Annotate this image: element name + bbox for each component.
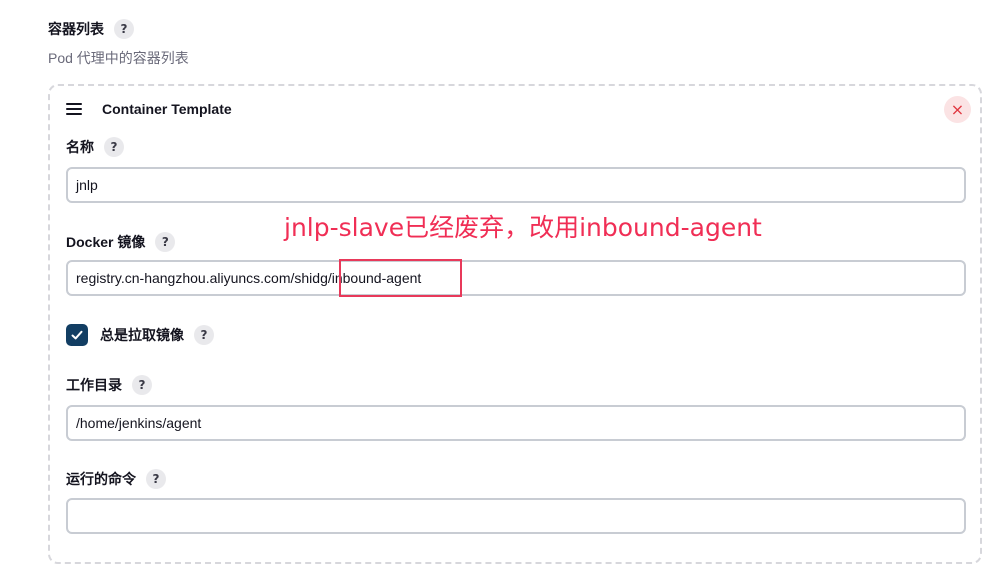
workdir-input[interactable]: /home/jenkins/agent <box>66 405 966 441</box>
card-header: Container Template <box>66 101 232 117</box>
card-title: Container Template <box>102 101 232 117</box>
drag-handle-icon[interactable] <box>66 103 82 115</box>
name-input[interactable]: jnlp <box>66 167 966 203</box>
image-label-text: Docker 镜像 <box>66 234 146 250</box>
close-icon[interactable]: × <box>944 96 971 123</box>
always-pull-checkbox[interactable] <box>66 324 88 346</box>
image-help-icon[interactable]: ? <box>155 232 176 252</box>
section-title: 容器列表 ? <box>48 19 134 39</box>
workdir-help-icon[interactable]: ? <box>132 375 152 395</box>
always-pull-label: 总是拉取镜像 <box>100 327 184 343</box>
annotation-highlight-box <box>339 259 462 297</box>
name-label-text: 名称 <box>66 139 94 155</box>
section-title-text: 容器列表 <box>48 21 104 37</box>
check-icon <box>71 330 83 340</box>
command-input[interactable] <box>66 498 966 534</box>
command-label: 运行的命令 ? <box>66 469 166 489</box>
always-pull-row: 总是拉取镜像 ? <box>66 324 214 346</box>
name-label: 名称 ? <box>66 137 124 157</box>
workdir-label: 工作目录 ? <box>66 375 152 395</box>
docker-image-input[interactable]: registry.cn-hangzhou.aliyuncs.com/shidg/… <box>66 260 966 296</box>
command-help-icon[interactable]: ? <box>146 469 166 489</box>
command-label-text: 运行的命令 <box>66 471 136 487</box>
section-description: Pod 代理中的容器列表 <box>48 50 189 66</box>
name-input-value: jnlp <box>76 177 98 193</box>
always-pull-help-icon[interactable]: ? <box>194 325 214 345</box>
annotation-text: jnlp-slave已经废弃，改用inbound-agent <box>284 213 762 242</box>
workdir-label-text: 工作目录 <box>66 377 122 393</box>
workdir-input-value: /home/jenkins/agent <box>76 415 202 431</box>
image-label: Docker 镜像 ? <box>66 232 176 252</box>
section-help-icon[interactable]: ? <box>114 19 134 39</box>
name-help-icon[interactable]: ? <box>104 137 124 157</box>
